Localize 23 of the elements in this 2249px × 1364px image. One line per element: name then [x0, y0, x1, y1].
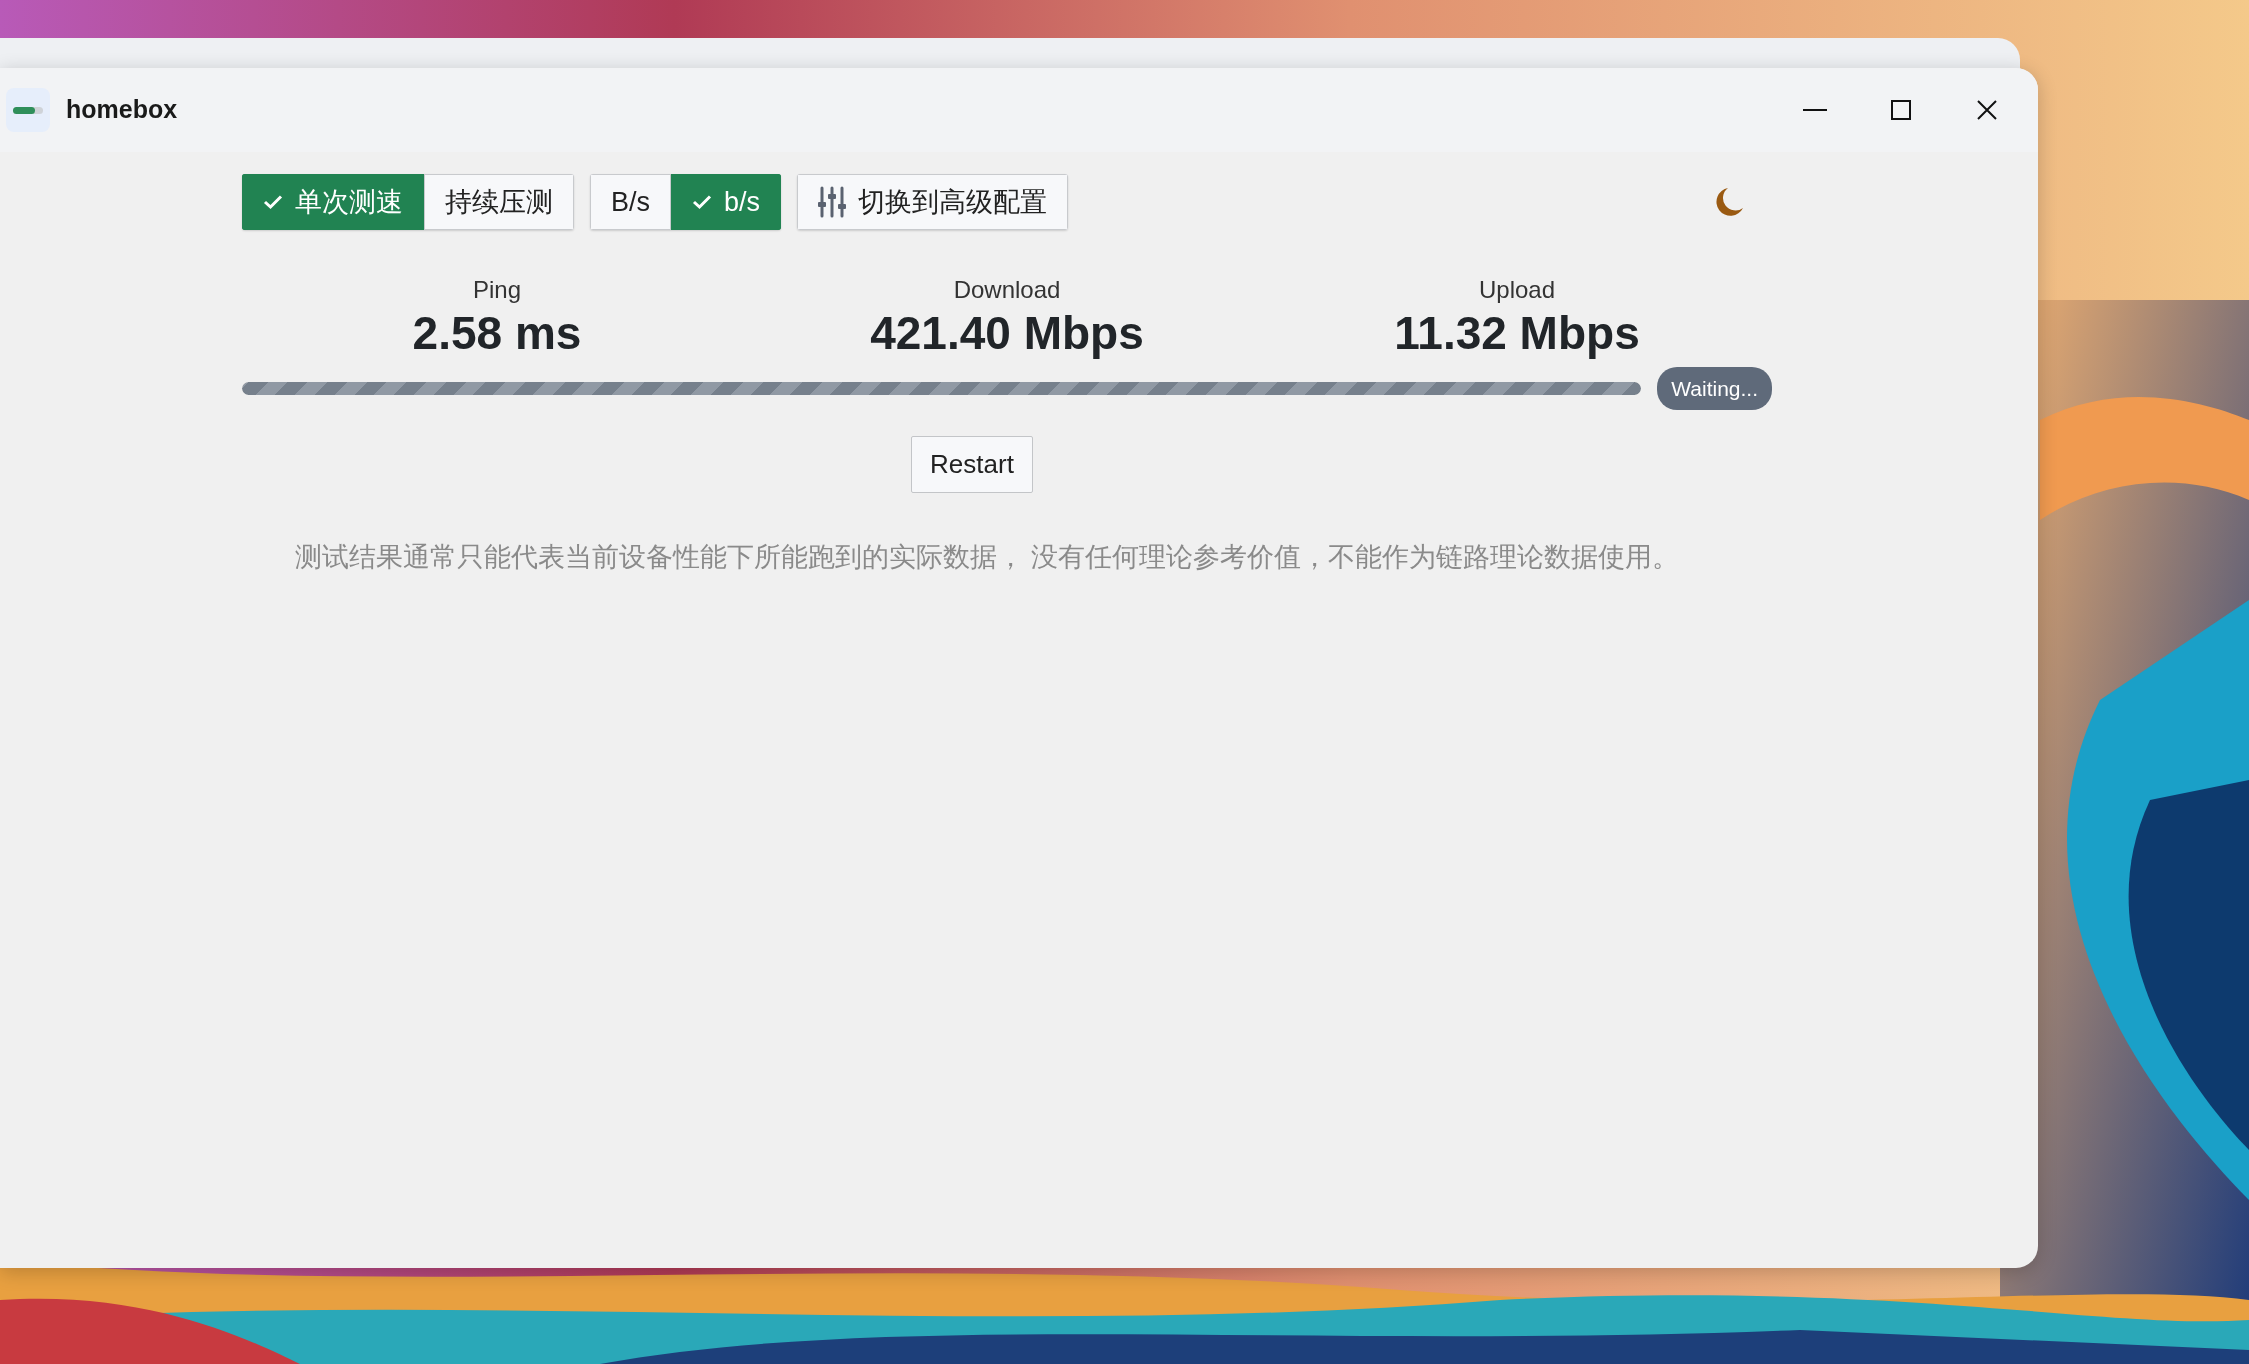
toggle-button[interactable]: B/s — [590, 174, 671, 230]
metric-label: Download — [953, 275, 1061, 305]
metric-label: Ping — [472, 275, 521, 305]
metric-label: Upload — [1478, 275, 1556, 305]
restart-button[interactable]: Restart — [911, 436, 1033, 494]
check-icon — [263, 194, 283, 210]
window-title: homebox — [66, 94, 178, 126]
close-icon — [1977, 100, 1997, 120]
metric-value: 421.40 Mbps — [870, 308, 1144, 359]
moon-icon[interactable] — [1714, 186, 1744, 218]
toggle-button[interactable]: b/s — [671, 174, 782, 230]
toggle-button[interactable]: 持续压测 — [424, 174, 574, 230]
app-icon[interactable] — [6, 88, 50, 132]
minimize-icon — [1802, 109, 1828, 111]
metric-value: 2.58 ms — [412, 308, 582, 359]
sliders-icon — [818, 186, 847, 218]
metric-value: 11.32 Mbps — [1394, 308, 1640, 359]
disclaimer-text: 测试结果通常只能代表当前设备性能下所能跑到的实际数据， 没有任何理论参考价值，不能作为链路理论数据使用。 — [294, 541, 1680, 575]
status-badge: Waiting... — [1657, 366, 1772, 411]
check-icon — [692, 194, 712, 210]
toggle-button[interactable]: 单次测速 — [242, 174, 424, 230]
advanced-settings-button[interactable]: 切换到高级配置 — [797, 174, 1069, 230]
maximize-icon — [1891, 100, 1911, 120]
